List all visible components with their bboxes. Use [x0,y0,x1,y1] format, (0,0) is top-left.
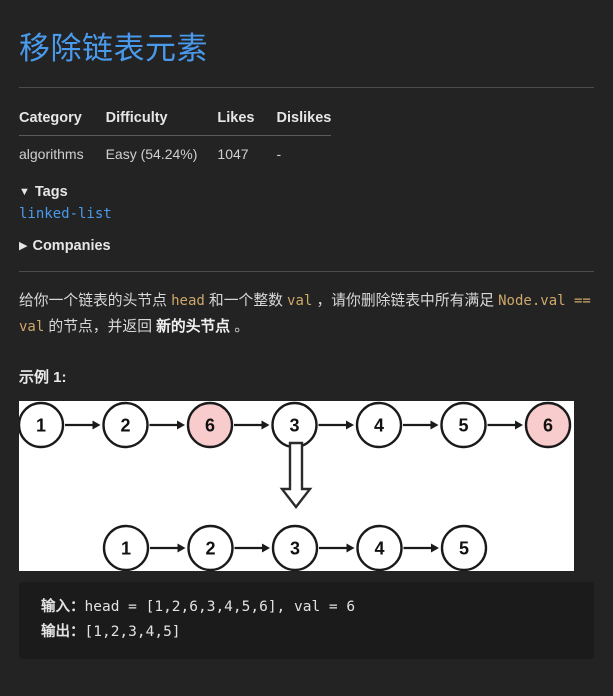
tags-label: Tags [34,184,68,201]
after-node-label-1: 2 [205,539,215,559]
desc-part-1: 给你一个链表的头节点 [19,293,172,310]
tag-linked-list[interactable]: linked-list [19,206,613,222]
before-arrowhead-3 [261,420,270,430]
before-node-label-0: 1 [36,416,46,436]
after-arrowhead-2 [262,543,270,553]
after-node-label-2: 3 [290,539,300,559]
problem-meta-table: Category Difficulty Likes Dislikes algor… [19,110,332,163]
companies-section-header[interactable]: ▶ Companies [19,238,613,254]
triangle-right-icon[interactable]: ▶ [19,239,27,252]
problem-description: 给你一个链表的头节点 head 和一个整数 val ，请你删除链表中所有满足 N… [19,288,594,340]
cell-dislikes: - [276,146,282,163]
header-likes: Likes [217,110,255,127]
example-heading: 示例 1: [19,369,67,387]
after-linked-list: 1 2 3 4 5 [102,524,488,572]
after-arrowhead-4 [431,543,439,553]
before-node-label-5: 5 [458,416,468,436]
before-arrowhead-1 [92,420,101,430]
after-node-label-4: 5 [459,539,469,559]
desc-part-3: ，请你删除链表中所有满足 [312,293,499,310]
section-divider [19,271,594,273]
cell-difficulty: Easy (54.24%) [105,146,198,163]
before-node-label-6: 6 [543,416,553,436]
desc-bold-new-head: 新的头节点 [156,319,231,336]
before-node-label-3: 3 [289,416,299,436]
title-divider [19,87,594,89]
before-linked-list: 1 2 6 3 4 5 6 [19,401,572,449]
table-row: algorithms Easy (54.24%) 1047 - [19,136,331,163]
after-arrowhead-3 [346,543,355,553]
header-category: Category [19,110,82,127]
header-dislikes: Dislikes [276,110,332,127]
linked-list-svg: 1 2 6 3 4 5 6 1 2 3 4 5 [19,401,572,572]
output-value: [1,2,3,4,5] [84,624,181,641]
before-arrowhead-6 [515,420,523,430]
companies-label: Companies [32,238,111,255]
page-title: 移除链表元素 [19,30,208,66]
table-header-row: Category Difficulty Likes Dislikes [19,110,332,136]
before-arrowhead-4 [346,420,354,430]
cell-likes: 1047 [217,146,249,163]
desc-part-2: 和一个整数 [204,293,288,310]
after-arrowhead-1 [177,543,186,553]
output-label: 输出： [41,624,85,641]
problem-page: 移除链表元素 Category Difficulty Likes Dislike… [0,20,613,696]
input-value: head = [1,2,6,3,4,5,6], val = 6 [84,599,356,616]
before-arrowhead-5 [430,420,439,430]
triangle-down-icon[interactable]: ▼ [19,186,30,198]
desc-part-4: 的节点，并返回 [44,319,157,336]
desc-code-val: val [287,293,313,310]
before-node-label-4: 4 [374,416,384,436]
tags-section-header[interactable]: ▼ Tags [19,184,613,200]
input-line: 输入：head = [1,2,6,3,4,5,6], val = 6 [41,595,594,620]
input-label: 输入： [41,599,85,616]
after-node-label-0: 1 [121,539,131,559]
down-arrow-icon [279,441,313,510]
before-arrowhead-2 [177,420,185,430]
example-code-block: 输入：head = [1,2,6,3,4,5,6], val = 6 输出：[1… [19,582,594,660]
cell-category: algorithms [19,146,84,163]
header-difficulty: Difficulty [105,110,168,127]
output-line: 输出：[1,2,3,4,5] [41,620,594,645]
before-node-label-2: 6 [205,416,215,436]
before-node-label-1: 2 [120,416,130,436]
linked-list-diagram: 1 2 6 3 4 5 6 1 2 3 4 5 [19,401,574,572]
desc-part-5: 。 [230,319,250,336]
after-node-label-3: 4 [374,539,384,559]
desc-code-head: head [171,293,205,310]
